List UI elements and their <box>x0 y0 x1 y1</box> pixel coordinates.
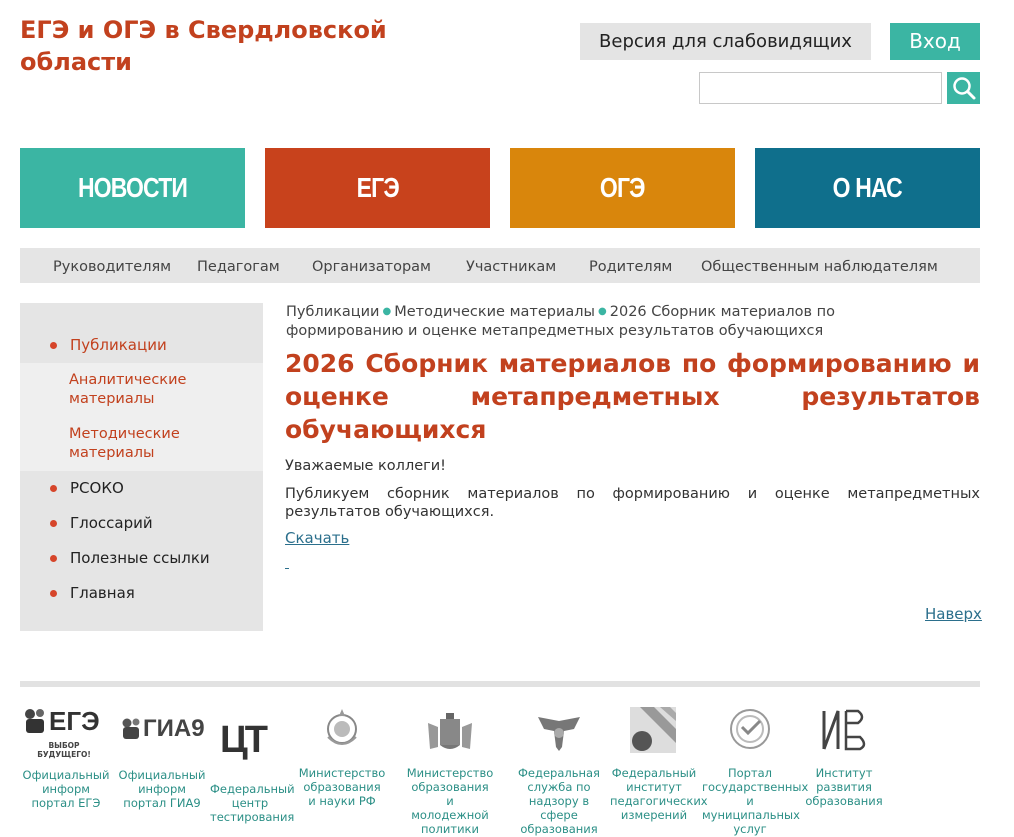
bullet-icon <box>50 590 57 597</box>
partner-fct[interactable]: ЦТ Федеральный центр тестирования <box>210 705 295 824</box>
sidebar-item-label: Публикации <box>70 336 167 354</box>
audience-link-organizers[interactable]: Организаторам <box>312 248 431 283</box>
audience-link-observers[interactable]: Общественным наблюдателям <box>701 248 938 283</box>
partner-ministry-rf[interactable]: Министерство образования и науки РФ <box>298 705 386 815</box>
partner-caption: Федеральный центр тестирования <box>210 782 295 824</box>
low-vision-version-button[interactable]: Версия для слабовидящих <box>580 23 871 60</box>
sidebar-sub-analytics[interactable]: Аналитические материалы <box>69 371 249 409</box>
audience-link-managers[interactable]: Руководителям <box>53 248 171 283</box>
eagle-icon <box>538 717 580 751</box>
body-text: Публикуем сборник материалов по формиров… <box>285 486 980 520</box>
partner-gia9-portal[interactable]: ГИА9 Официальный информ портал ГИА9 <box>116 705 208 815</box>
bullet-icon <box>50 485 57 492</box>
download-link[interactable]: Скачать <box>285 529 349 547</box>
search-icon <box>953 77 976 100</box>
partner-ministry-sverdlovsk[interactable]: Министерство образования и молодежной по… <box>406 705 494 837</box>
tile-news[interactable]: НОВОСТИ <box>20 148 245 228</box>
partner-caption: Федеральная служба по надзору в сфере об… <box>518 766 600 836</box>
partner-iro[interactable]: Институт развития образования <box>802 705 886 815</box>
audience-link-teachers[interactable]: Педагогам <box>197 248 280 283</box>
partner-caption: Министерство образования и науки РФ <box>298 766 386 808</box>
sidebar-item-useful-links[interactable]: Полезные ссылки <box>20 549 263 569</box>
ege-logo-tagline: ВЫБОР БУДУЩЕГО! <box>37 741 91 759</box>
tile-about[interactable]: О НАС <box>755 148 980 228</box>
sidebar-item-rsoko[interactable]: РСОКО <box>20 479 263 499</box>
partner-rosobrnadzor[interactable]: Федеральная служба по надзору в сфере об… <box>516 705 602 836</box>
back-to-top-link[interactable]: Наверх <box>925 605 982 623</box>
audience-nav: Руководителям Педагогам Организаторам Уч… <box>20 248 980 283</box>
tile-oge[interactable]: ОГЭ <box>510 148 735 228</box>
iro-logo-icon <box>822 709 866 751</box>
sidebar-item-label: РСОКО <box>70 479 124 497</box>
footer-divider <box>20 681 980 687</box>
sidebar-sub-methodical[interactable]: Методические материалы <box>69 425 249 463</box>
breadcrumb-separator-icon: ● <box>598 306 607 317</box>
partner-caption: Министерство образования и молодежной по… <box>406 766 494 837</box>
emblem-icon <box>327 709 357 745</box>
partner-caption: Портал государственных и муниципальных у… <box>702 766 809 836</box>
breadcrumb-separator-icon: ● <box>382 306 392 317</box>
gosuslugi-icon <box>730 709 770 749</box>
partner-fipi[interactable]: Федеральный институт педагогических изме… <box>610 705 708 825</box>
fct-logo-icon: ЦТ <box>220 719 268 761</box>
sidebar-item-label: Глоссарий <box>70 514 153 532</box>
partner-caption: Официальный информ портал ГИА9 <box>118 768 206 810</box>
sidebar-item-label: Полезные ссылки <box>70 549 210 567</box>
breadcrumb: Публикации ● Методические материалы ● 2026 С… <box>286 302 886 341</box>
tile-about-label: О НАС <box>832 172 903 203</box>
bullet-icon <box>50 520 57 527</box>
breadcrumb-publications[interactable]: Публикации <box>286 304 379 320</box>
site-title[interactable]: ЕГЭ и ОГЭ в Свердловской области <box>20 14 420 78</box>
bullet-icon <box>50 555 57 562</box>
page-title: 2026 Сборник материалов по формированию … <box>285 349 980 444</box>
partner-caption: Институт развития образования <box>805 766 883 808</box>
tile-ege-label: ЕГЭ <box>356 172 399 203</box>
gia9-logo-text: ГИА9 <box>143 715 205 742</box>
sidebar-item-home[interactable]: Главная <box>20 584 263 604</box>
coat-of-arms-icon <box>428 713 472 749</box>
ege-logo-text: ЕГЭ <box>49 706 100 736</box>
ege-logo-icon: ЕГЭ <box>23 705 103 739</box>
tile-news-label: НОВОСТИ <box>77 172 188 203</box>
partner-caption: Официальный информ портал ЕГЭ <box>22 768 110 810</box>
sidebar: Публикации Аналитические материалы Метод… <box>20 303 263 631</box>
bullet-icon <box>50 342 57 349</box>
audience-link-participants[interactable]: Участникам <box>466 248 556 283</box>
partner-gosuslugi[interactable]: Портал государственных и муниципальных у… <box>702 705 809 836</box>
stripes-icon <box>630 707 676 753</box>
sidebar-submenu: Аналитические материалы Методические мат… <box>20 363 263 471</box>
search-button[interactable] <box>947 72 980 104</box>
audience-link-parents[interactable]: Родителям <box>589 248 672 283</box>
login-button[interactable]: Вход <box>890 23 980 60</box>
sidebar-item-label: Главная <box>70 584 135 602</box>
partner-caption: Федеральный институт педагогических изме… <box>610 766 708 822</box>
tile-ege[interactable]: ЕГЭ <box>265 148 490 228</box>
breadcrumb-methodical[interactable]: Методические материалы <box>394 304 595 320</box>
partner-ege-portal[interactable]: ЕГЭ ВЫБОР БУДУЩЕГО! Официальный информ п… <box>20 705 112 815</box>
gia9-logo-icon: ГИА9 <box>121 715 217 749</box>
sidebar-item-publications[interactable]: Публикации <box>20 336 263 356</box>
sidebar-item-glossary[interactable]: Глоссарий <box>20 514 263 534</box>
empty-link[interactable] <box>285 568 289 569</box>
greeting-text: Уважаемые коллеги! <box>285 458 446 474</box>
tile-oge-label: ОГЭ <box>600 172 646 203</box>
search-input[interactable] <box>699 72 942 104</box>
